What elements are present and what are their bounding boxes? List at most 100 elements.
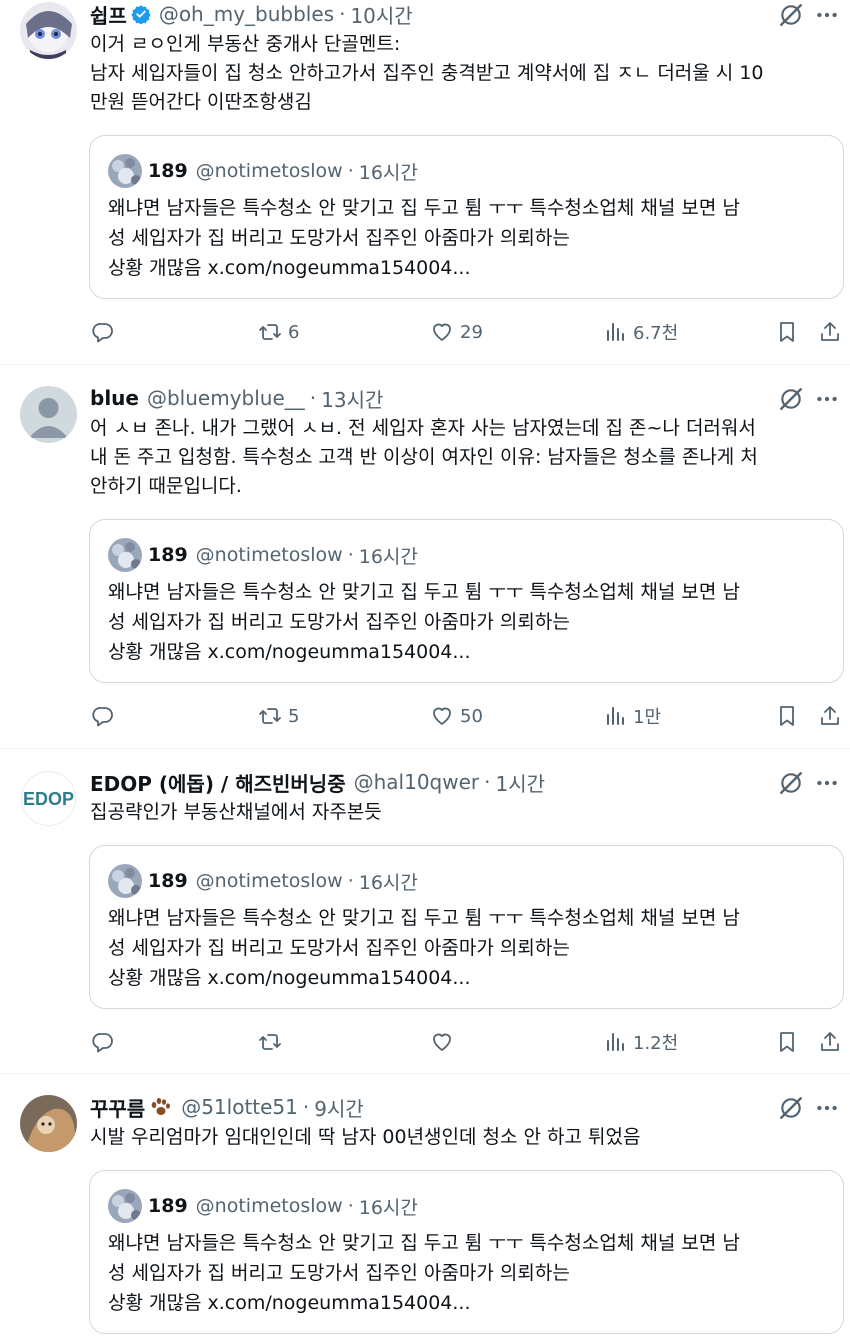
grok-icon[interactable]	[778, 2, 804, 28]
separator-dot: ·	[339, 2, 346, 26]
bookmark-button[interactable]	[775, 699, 799, 733]
author-handle[interactable]: @oh_my_bubbles	[159, 2, 334, 26]
retweet-button[interactable]: 6	[258, 315, 299, 349]
reply-icon	[92, 707, 113, 727]
bookmark-button[interactable]	[775, 315, 799, 349]
share-icon	[821, 706, 839, 725]
separator-dot: ·	[302, 1095, 310, 1119]
more-icon[interactable]	[814, 386, 840, 412]
share-button[interactable]	[818, 699, 842, 733]
quoted-avatar	[108, 1189, 142, 1223]
more-icon[interactable]	[814, 770, 840, 796]
quoted-text: 왜냐면 남자들은 특수청소 안 맞기고 집 두고 튐 ㅜㅜ 특수청소업체 채널 …	[108, 1228, 833, 1318]
tweet[interactable]: EDOP EDOP (에돕) / 해즈빈버닝중 @hal10qwer · 1시간…	[0, 768, 850, 1074]
author-handle[interactable]: @hal10qwer	[354, 770, 480, 794]
avatar[interactable]	[20, 2, 77, 59]
views-icon	[607, 707, 624, 725]
author-name[interactable]: EDOP (에돕) / 해즈빈버닝중	[90, 768, 346, 797]
author-name[interactable]: blue	[90, 386, 139, 410]
grok-icon[interactable]	[778, 770, 804, 796]
avatar[interactable]: EDOP	[20, 770, 77, 827]
quoted-author-handle: @notimetoslow	[195, 870, 343, 892]
tweet-text-line: 내 돈 주고 입청함. 특수청소 고객 반 이상이 여자인 이유: 남자들은 청…	[90, 446, 758, 468]
separator-dot: ·	[309, 386, 317, 410]
heart-icon	[433, 1033, 451, 1051]
author-name[interactable]: 쉽프	[90, 0, 127, 29]
views-button[interactable]: 6.7천	[603, 315, 678, 349]
reply-button[interactable]	[90, 315, 120, 349]
retweet-count: 6	[288, 321, 300, 343]
retweet-button[interactable]: 5	[258, 699, 299, 733]
quoted-avatar	[108, 864, 142, 898]
views-count: 1.2천	[633, 1033, 679, 1054]
quoted-avatar	[108, 154, 142, 188]
quoted-tweet[interactable]: 189 @notimetoslow · 16시간 왜냐면 남자들은 특수청소 안…	[89, 1170, 844, 1334]
quoted-author-name: 189	[148, 870, 188, 892]
timestamp[interactable]: 9시간	[314, 1093, 364, 1122]
retweet-button[interactable]	[258, 1025, 288, 1059]
views-count: 1만	[633, 707, 662, 728]
more-icon[interactable]	[814, 1095, 840, 1121]
more-icon[interactable]	[814, 2, 840, 28]
grok-icon[interactable]	[778, 386, 804, 412]
grok-icon[interactable]	[778, 1095, 804, 1121]
avatar[interactable]	[20, 1095, 77, 1152]
share-button[interactable]	[818, 315, 842, 349]
retweet-count: 5	[288, 705, 300, 727]
tweet[interactable]: 꾸꾸름 @51lotte51 · 9시간 시발 우리엄마가 임대인인데 딱 남자…	[0, 1093, 850, 1343]
quoted-text-line: 성 세입자가 집 버리고 도망가서 집주인 아줌마가 의뢰하는	[108, 611, 570, 633]
views-icon	[607, 323, 624, 341]
quoted-header: 189 @notimetoslow · 16시간	[148, 156, 418, 186]
reply-button[interactable]	[90, 699, 120, 733]
tweet-text-line: 시발 우리엄마가 임대인인데 딱 남자 00년생인데 청소 안 하고 튀었음	[90, 1126, 641, 1148]
author-handle[interactable]: @51lotte51	[181, 1095, 298, 1119]
quoted-author-handle: @notimetoslow	[195, 160, 343, 182]
separator-dot: ·	[347, 1195, 354, 1217]
quoted-author-name: 189	[148, 544, 188, 566]
timestamp[interactable]: 10시간	[350, 0, 412, 29]
quoted-tweet[interactable]: 189 @notimetoslow · 16시간 왜냐면 남자들은 특수청소 안…	[89, 845, 844, 1009]
quoted-text-line: 왜냐면 남자들은 특수청소 안 맞기고 집 두고 튐 ㅜㅜ 특수청소업체 채널 …	[108, 197, 740, 219]
tweet-text: 이거 ㄹㅇ인게 부동산 중개사 단골멘트: 남자 세입자들이 집 청소 안하고가…	[90, 30, 835, 117]
author-handle[interactable]: @bluemyblue__	[147, 386, 305, 410]
quoted-author-name: 189	[148, 1195, 188, 1217]
quoted-header: 189 @notimetoslow · 16시간	[148, 1191, 418, 1221]
reply-icon	[92, 323, 113, 343]
svg-text:EDOP: EDOP	[23, 789, 74, 809]
tweet-header: EDOP (에돕) / 해즈빈버닝중 @hal10qwer · 1시간	[90, 768, 545, 796]
views-button[interactable]: 1.2천	[603, 1025, 678, 1059]
tweet-text-line: 이거 ㄹㅇ인게 부동산 중개사 단골멘트:	[90, 33, 401, 55]
quoted-text-line: 상황 개많음 x.com/nogeumma154004...	[108, 257, 471, 279]
like-button[interactable]: 29	[430, 315, 483, 349]
like-button[interactable]: 50	[430, 699, 483, 733]
tweet[interactable]: 쉽프 @oh_my_bubbles · 10시간 이거 ㄹㅇ인게 부동산 중개사…	[0, 0, 850, 365]
author-name[interactable]: 꾸꾸름	[90, 1093, 145, 1122]
quoted-tweet[interactable]: 189 @notimetoslow · 16시간 왜냐면 남자들은 특수청소 안…	[89, 135, 844, 299]
quoted-text-line: 성 세입자가 집 버리고 도망가서 집주인 아줌마가 의뢰하는	[108, 937, 570, 959]
avatar[interactable]	[20, 386, 77, 443]
tweet-text: 집공략인가 부동산채널에서 자주본듯	[90, 798, 835, 827]
tweet-text: 시발 우리엄마가 임대인인데 딱 남자 00년생인데 청소 안 하고 튀었음	[90, 1123, 835, 1152]
verified-badge-icon	[131, 5, 151, 24]
paw-icon	[151, 1098, 171, 1115]
quoted-tweet[interactable]: 189 @notimetoslow · 16시간 왜냐면 남자들은 특수청소 안…	[89, 519, 844, 683]
quoted-text: 왜냐면 남자들은 특수청소 안 맞기고 집 두고 튐 ㅜㅜ 특수청소업체 채널 …	[108, 193, 833, 283]
bookmark-button[interactable]	[775, 1025, 799, 1059]
like-button[interactable]	[430, 1025, 460, 1059]
tweet-header: 꾸꾸름 @51lotte51 · 9시간	[90, 1093, 364, 1121]
timestamp[interactable]: 1시간	[496, 768, 546, 797]
views-button[interactable]: 1만	[603, 699, 661, 733]
quoted-timestamp: 16시간	[358, 545, 418, 568]
tweet-text-line: 남자 세입자들이 집 청소 안하고가서 집주인 충격받고 계약서에 집 ㅈㄴ 더…	[90, 62, 764, 84]
quoted-text-line: 왜냐면 남자들은 특수청소 안 맞기고 집 두고 튐 ㅜㅜ 특수청소업체 채널 …	[108, 907, 740, 929]
views-count: 6.7천	[633, 323, 679, 344]
tweet[interactable]: blue @bluemyblue__ · 13시간 어 ㅅㅂ 존나. 내가 그랬…	[0, 384, 850, 749]
quoted-header: 189 @notimetoslow · 16시간	[148, 540, 418, 570]
like-count: 50	[460, 705, 483, 727]
tweet-text-line: 만원 뜯어간다 이딴조항생김	[90, 91, 312, 113]
quoted-text-line: 왜냐면 남자들은 특수청소 안 맞기고 집 두고 튐 ㅜㅜ 특수청소업체 채널 …	[108, 1232, 740, 1254]
quoted-text-line: 왜냐면 남자들은 특수청소 안 맞기고 집 두고 튐 ㅜㅜ 특수청소업체 채널 …	[108, 581, 740, 603]
share-button[interactable]	[818, 1025, 842, 1059]
timestamp[interactable]: 13시간	[321, 384, 383, 413]
reply-button[interactable]	[90, 1025, 120, 1059]
